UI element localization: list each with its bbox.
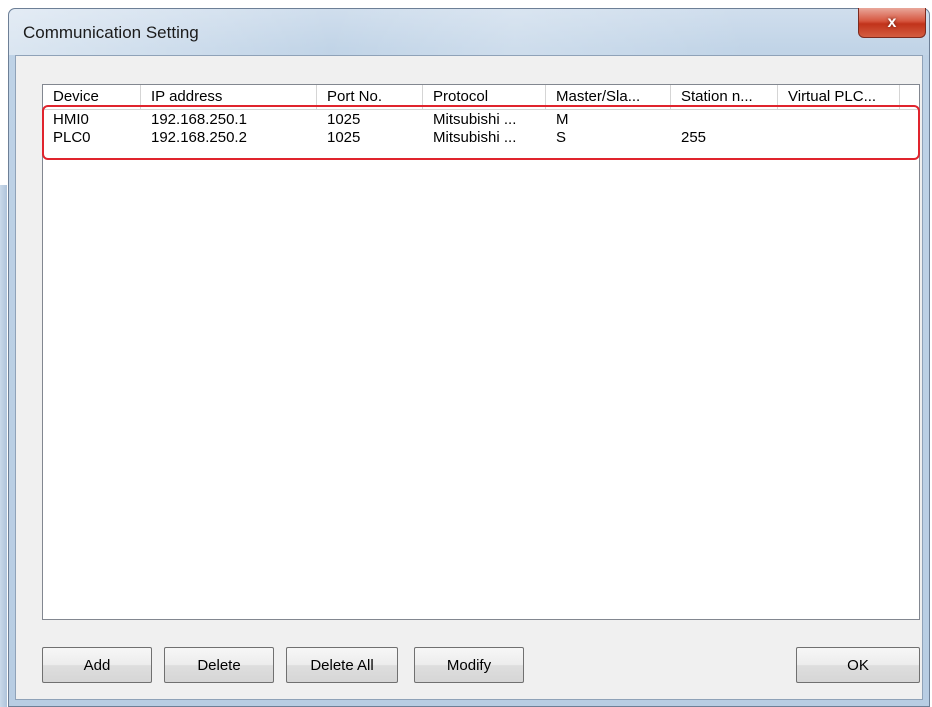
device-list[interactable]: Device IP address Port No. Protocol Mast… bbox=[42, 84, 920, 620]
cell-master-slave: M bbox=[556, 111, 569, 128]
list-header: Device IP address Port No. Protocol Mast… bbox=[43, 85, 919, 110]
cell-station-no: 255 bbox=[681, 129, 707, 146]
cell-port-no: 1025 bbox=[327, 129, 361, 146]
cell-device: PLC0 bbox=[53, 129, 91, 146]
modify-button[interactable]: Modify bbox=[414, 647, 524, 683]
delete-button[interactable]: Delete bbox=[164, 647, 274, 683]
dialog-client-area: Device IP address Port No. Protocol Mast… bbox=[15, 55, 923, 700]
close-button[interactable]: x bbox=[858, 8, 926, 38]
background-window-edge bbox=[0, 185, 7, 707]
cell-ip-address: 192.168.250.2 bbox=[151, 129, 247, 146]
column-header-device[interactable]: Device bbox=[43, 85, 141, 109]
column-header-protocol[interactable]: Protocol bbox=[423, 85, 546, 109]
cell-master-slave: S bbox=[556, 129, 567, 146]
ok-button[interactable]: OK bbox=[796, 647, 920, 683]
table-row[interactable]: PLC0 192.168.250.2 1025 Mitsubishi ... S… bbox=[43, 129, 919, 147]
communication-setting-dialog: Communication Setting x Device IP addres… bbox=[8, 8, 930, 707]
dialog-title: Communication Setting bbox=[23, 23, 199, 42]
column-header-port-no[interactable]: Port No. bbox=[317, 85, 423, 109]
column-header-virtual-plc[interactable]: Virtual PLC... bbox=[778, 85, 900, 109]
cell-station-no bbox=[671, 111, 778, 129]
add-button[interactable]: Add bbox=[42, 647, 152, 683]
column-header-ip-address[interactable]: IP address bbox=[141, 85, 317, 109]
column-header-master-slave[interactable]: Master/Sla... bbox=[546, 85, 671, 109]
delete-all-button[interactable]: Delete All bbox=[286, 647, 398, 683]
cell-virtual-plc bbox=[778, 129, 900, 147]
column-header-station-no[interactable]: Station n... bbox=[671, 85, 778, 109]
table-row[interactable]: HMI0 192.168.250.1 1025 Mitsubishi ... M bbox=[43, 111, 919, 129]
cell-virtual-plc bbox=[778, 111, 900, 129]
cell-ip-address: 192.168.250.1 bbox=[151, 111, 247, 128]
cell-port-no: 1025 bbox=[327, 111, 361, 128]
cell-protocol: Mitsubishi ... bbox=[433, 111, 517, 128]
close-icon: x bbox=[887, 13, 897, 31]
cell-device: HMI0 bbox=[53, 111, 89, 128]
cell-protocol: Mitsubishi ... bbox=[433, 129, 517, 146]
